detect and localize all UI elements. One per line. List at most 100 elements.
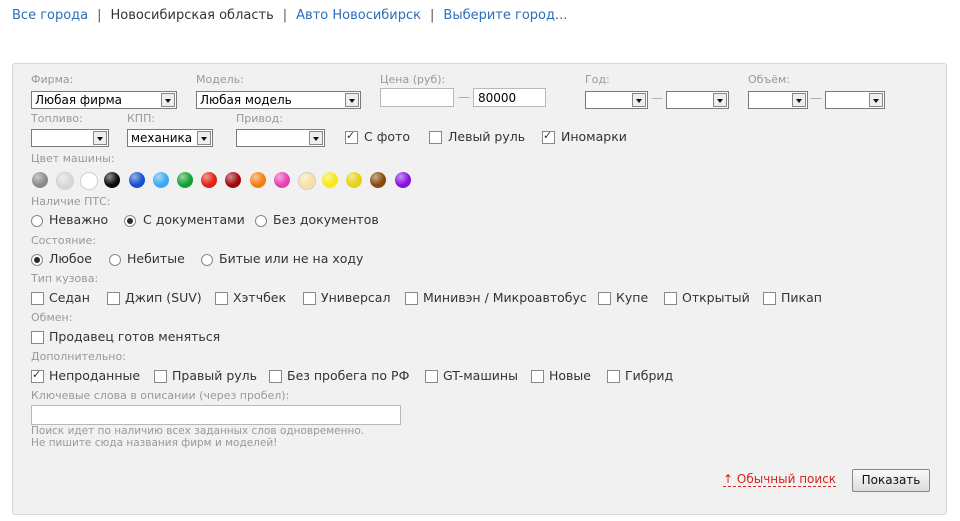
color-swatch-red[interactable] [201, 172, 217, 188]
volume-to-select[interactable] [825, 91, 885, 109]
no-rf-mileage-label: Без пробега по РФ [287, 368, 410, 383]
year-from-select[interactable] [585, 91, 648, 109]
body-sedan-checkbox[interactable] [31, 292, 44, 305]
no-rf-mileage-checkbox[interactable] [269, 370, 282, 383]
color-swatch-beige[interactable] [298, 172, 316, 190]
show-button[interactable]: Показать [852, 469, 930, 492]
right-wheel-checkbox[interactable] [154, 370, 167, 383]
hybrid-checkbox[interactable] [607, 370, 620, 383]
condition-radio-undamaged[interactable] [109, 254, 121, 266]
chevron-down-icon [197, 131, 211, 145]
new-cars-label: Новые [549, 368, 591, 383]
chevron-down-icon [869, 93, 883, 107]
condition-option-any: Любое [49, 251, 92, 266]
pts-radio-without-docs[interactable] [255, 215, 267, 227]
color-label: Цвет машины: [31, 152, 115, 165]
pts-radio-with-docs[interactable] [124, 215, 136, 227]
chevron-down-icon [161, 93, 175, 107]
fuel-select[interactable] [31, 129, 109, 147]
volume-label: Объём: [748, 73, 790, 86]
choose-city-link[interactable]: Выберите город... [443, 8, 567, 23]
with-photo-label: С фото [364, 129, 410, 144]
color-swatch-pink[interactable] [274, 172, 290, 188]
foreign-checkbox[interactable] [542, 129, 555, 144]
condition-radio-damaged[interactable] [201, 254, 213, 266]
breadcrumb-all-cities[interactable]: Все города [12, 8, 88, 23]
body-hatchback-checkbox[interactable] [215, 292, 228, 305]
left-wheel-checkbox[interactable] [429, 131, 442, 144]
volume-from-select[interactable] [748, 91, 808, 109]
pts-option-with-docs: С документами [143, 212, 245, 227]
color-swatch-light-blue[interactable] [153, 172, 169, 188]
price-label: Цена (руб): [380, 73, 446, 86]
color-swatch-silver[interactable] [56, 172, 74, 190]
keywords-hint: Поиск идет по наличию всех заданных слов… [31, 425, 364, 449]
color-swatch-gold[interactable] [346, 172, 362, 188]
foreign-label: Иномарки [561, 129, 627, 144]
exchange-label: Обмен: [31, 311, 73, 324]
color-swatch-brown[interactable] [370, 172, 386, 188]
unsold-checkbox[interactable] [31, 368, 44, 383]
condition-radio-any[interactable] [31, 254, 43, 266]
firm-select[interactable]: Любая фирма [31, 91, 177, 109]
price-to-input[interactable]: 80000 [473, 88, 546, 107]
color-swatch-grey[interactable] [32, 172, 48, 188]
with-photo-checkbox[interactable] [345, 129, 358, 144]
chevron-down-icon [632, 93, 646, 107]
breadcrumb-auto-city[interactable]: Авто Новосибирск [296, 8, 421, 23]
exchange-checkbox[interactable] [31, 331, 44, 344]
condition-option-undamaged: Небитые [127, 251, 185, 266]
model-select[interactable]: Любая модель [196, 91, 361, 109]
body-sedan-label: Седан [49, 290, 90, 305]
gearbox-select-value: механика [131, 131, 193, 145]
year-dash: — [651, 91, 663, 105]
firm-select-value: Любая фирма [35, 93, 122, 107]
pts-option-without-docs: Без документов [273, 212, 379, 227]
body-suv-checkbox[interactable] [107, 292, 120, 305]
body-coupe-checkbox[interactable] [598, 292, 611, 305]
simple-search-link[interactable]: ↑ Обычный поиск [723, 473, 837, 487]
chevron-down-icon [345, 93, 359, 107]
color-swatch-dark-red[interactable] [225, 172, 241, 188]
keywords-hint-line-1: Поиск идет по наличию всех заданных слов… [31, 425, 365, 437]
model-select-value: Любая модель [200, 93, 292, 107]
gt-cars-checkbox[interactable] [425, 370, 438, 383]
condition-label: Состояние: [31, 234, 97, 247]
body-minivan-label: Минивэн / Микроавтобус [423, 290, 587, 305]
body-pickup-checkbox[interactable] [763, 292, 776, 305]
body-minivan-checkbox[interactable] [405, 292, 418, 305]
body-pickup-label: Пикап [781, 290, 822, 305]
body-convertible-checkbox[interactable] [664, 292, 677, 305]
color-swatch-purple[interactable] [395, 172, 411, 188]
color-swatch-blue[interactable] [129, 172, 145, 188]
gearbox-select[interactable]: механика [127, 129, 213, 147]
body-hatchback-label: Хэтчбек [233, 290, 287, 305]
chevron-down-icon [792, 93, 806, 107]
drive-select[interactable] [236, 129, 325, 147]
gt-cars-label: GT-машины [443, 368, 518, 383]
color-swatch-white[interactable] [80, 172, 98, 190]
body-convertible-label: Открытый [682, 290, 750, 305]
keywords-input[interactable] [31, 405, 401, 425]
price-from-input[interactable] [380, 88, 454, 107]
price-dash: — [458, 90, 470, 104]
body-wagon-checkbox[interactable] [303, 292, 316, 305]
color-swatch-yellow[interactable] [322, 172, 338, 188]
breadcrumb-separator: | [430, 8, 435, 23]
firm-label: Фирма: [31, 73, 74, 86]
body-wagon-label: Универсал [321, 290, 391, 305]
color-swatch-orange[interactable] [250, 172, 266, 188]
keywords-hint-line-2: Не пишите сюда названия фирм и моделей! [31, 437, 278, 449]
body-type-label: Тип кузова: [31, 272, 99, 285]
new-cars-checkbox[interactable] [531, 370, 544, 383]
color-swatch-green[interactable] [177, 172, 193, 188]
color-swatch-black[interactable] [104, 172, 120, 188]
volume-dash: — [810, 91, 822, 105]
breadcrumb: Все города | Новосибирская область | Авто Но… [12, 8, 567, 23]
unsold-label: Непроданные [49, 368, 141, 383]
fuel-label: Топливо: [31, 112, 83, 125]
year-to-select[interactable] [666, 91, 729, 109]
pts-radio-any[interactable] [31, 215, 43, 227]
chevron-down-icon [309, 131, 323, 145]
body-coupe-label: Купе [616, 290, 649, 305]
